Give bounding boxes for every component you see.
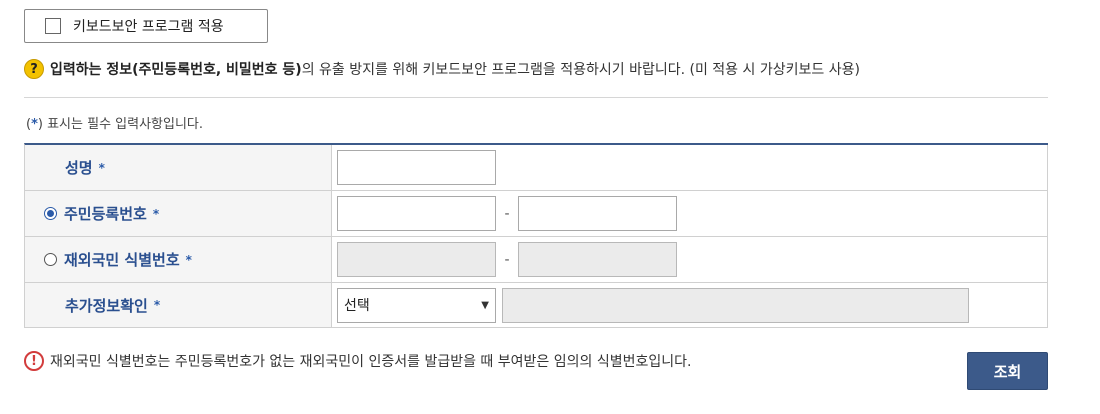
resident-number-input-cell: - (332, 191, 1048, 236)
form-row-extra-info: 추가정보확인 * 선택 ▼ (25, 283, 1048, 328)
extra-info-input (502, 287, 969, 323)
section-divider (24, 97, 1048, 98)
name-input[interactable] (337, 150, 496, 185)
extra-info-label-cell: 추가정보확인 * (25, 283, 332, 327)
form-row-name: 성명 * (25, 145, 1048, 191)
keyboard-security-checkbox[interactable] (45, 18, 61, 34)
resident-number-separator: - (504, 205, 510, 222)
extra-info-input-cell: 선택 ▼ (332, 283, 1048, 327)
resident-number-front-input[interactable] (337, 196, 496, 231)
overseas-number-input-cell: - (332, 237, 1048, 282)
identity-form: 성명 * 주민등록번호 * - 재외국민 식별번호 * - 추가정보확인 * 선… (24, 143, 1048, 328)
question-icon: ? (24, 59, 44, 79)
required-star-icon: * (31, 117, 38, 132)
name-label: 성명 (65, 159, 93, 177)
extra-info-label: 추가정보확인 (65, 296, 148, 315)
overseas-number-separator: - (504, 251, 510, 268)
resident-number-back-input[interactable] (518, 196, 677, 231)
overseas-number-label: 재외국민 식별번호 (64, 251, 180, 269)
required-star-icon: * (152, 206, 160, 221)
overseas-number-info-text: 재외국민 식별번호는 주민등록번호가 없는 재외국민이 인증서를 발급받을 때 … (50, 354, 692, 370)
extra-info-select-value: 선택 (344, 298, 370, 314)
overseas-number-back-input (518, 242, 677, 277)
keyboard-security-toggle[interactable]: 키보드보안 프로그램 적용 (24, 9, 268, 43)
exclamation-icon: ! (24, 351, 44, 371)
dropdown-arrow-icon: ▼ (481, 299, 489, 311)
notice-text: 의 유출 방지를 위해 키보드보안 프로그램을 적용하시기 바랍니다. (미 적… (301, 62, 860, 78)
keyboard-security-notice: ? 입력하는 정보(주민등록번호, 비밀번호 등) 의 유출 방지를 위해 키보… (24, 58, 1064, 80)
search-button[interactable]: 조회 (967, 352, 1048, 390)
name-label-cell: 성명 * (25, 145, 332, 190)
resident-number-label: 주민등록번호 (64, 205, 147, 223)
form-row-resident-number: 주민등록번호 * - (25, 191, 1048, 237)
name-input-cell (332, 145, 1048, 190)
resident-number-radio[interactable] (44, 207, 57, 220)
keyboard-security-label: 키보드보안 프로그램 적용 (73, 19, 224, 35)
notice-bold-text: 입력하는 정보(주민등록번호, 비밀번호 등) (50, 62, 302, 78)
required-star-icon: * (153, 298, 161, 312)
overseas-number-radio[interactable] (44, 253, 57, 266)
overseas-number-info: ! 재외국민 식별번호는 주민등록번호가 없는 재외국민이 인증서를 발급받을 … (24, 351, 691, 371)
form-row-overseas-number: 재외국민 식별번호 * - (25, 237, 1048, 283)
required-star-icon: * (98, 160, 105, 175)
required-note-text: ) 표시는 필수 입력사항입니다. (37, 117, 204, 132)
resident-number-label-cell[interactable]: 주민등록번호 * (25, 191, 332, 236)
overseas-number-front-input (337, 242, 496, 277)
required-fields-note: (*) 표시는 필수 입력사항입니다. (26, 113, 203, 132)
extra-info-select[interactable]: 선택 ▼ (337, 287, 496, 323)
overseas-number-label-cell[interactable]: 재외국민 식별번호 * (25, 237, 332, 282)
required-star-icon: * (185, 252, 192, 267)
